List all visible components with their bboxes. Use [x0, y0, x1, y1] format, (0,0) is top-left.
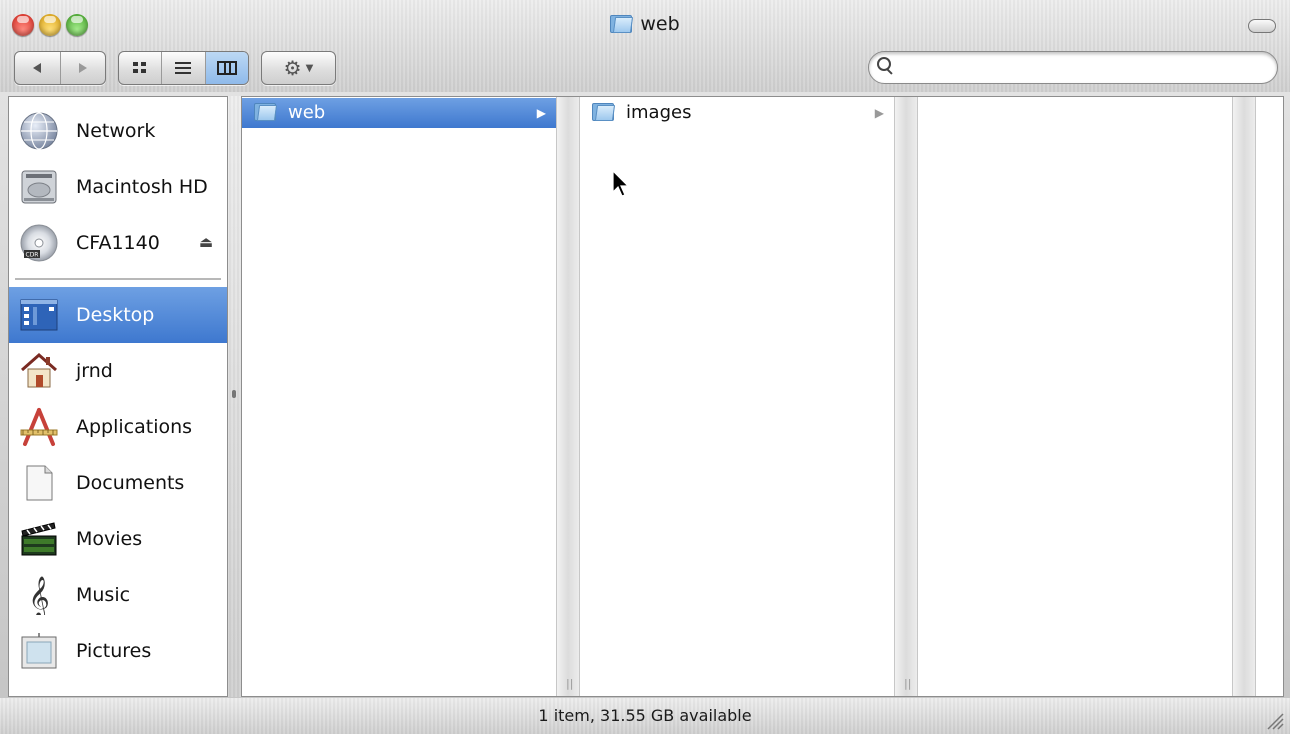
- sidebar-item-label: Network: [76, 120, 156, 142]
- gear-icon: ⚙: [283, 56, 302, 80]
- column-resize-bar-3[interactable]: [1232, 97, 1256, 696]
- eject-icon[interactable]: ⏏: [199, 233, 213, 251]
- view-mode-control: [118, 51, 249, 85]
- network-globe-icon: [20, 112, 58, 150]
- title-toolbar-area: web ⚙ ▼: [0, 0, 1290, 92]
- sidebar-item-movies[interactable]: Movies: [9, 511, 227, 567]
- home-icon: [21, 352, 57, 388]
- browser-column-1: web ▶: [242, 97, 556, 696]
- toolbar-toggle-button[interactable]: [1248, 19, 1276, 33]
- search-field[interactable]: [868, 51, 1278, 84]
- grip-icon[interactable]: ||: [566, 677, 573, 690]
- back-arrow-icon: [33, 63, 42, 73]
- desktop-icon: [20, 299, 58, 331]
- action-cell: ⚙ ▼: [262, 52, 335, 84]
- music-clef-icon: 𝄞: [28, 576, 49, 615]
- browser-column-3: [918, 97, 1232, 696]
- search-icon: [877, 57, 893, 75]
- folder-icon: [610, 15, 634, 33]
- icon-view-icon: [133, 62, 147, 73]
- chevron-down-icon: ▼: [305, 62, 314, 74]
- applications-icon: [20, 408, 58, 446]
- sidebar-item-label: Movies: [76, 528, 143, 550]
- sidebar-item-applications[interactable]: Applications: [9, 399, 227, 455]
- svg-text:𝄞: 𝄞: [28, 576, 49, 615]
- sidebar-item-music[interactable]: 𝄞 Music: [9, 567, 227, 623]
- hard-drive-icon: [21, 170, 57, 204]
- pictures-frame-icon: [21, 633, 57, 669]
- sidebar-item-macintosh-hd[interactable]: Macintosh HD: [9, 159, 227, 215]
- forward-button[interactable]: [61, 52, 106, 84]
- window-title-text: web: [640, 13, 680, 35]
- folder-icon: [592, 103, 616, 121]
- sidebar-item-label: Pictures: [76, 640, 152, 662]
- grip-icon[interactable]: ||: [904, 677, 911, 690]
- sidebar-item-label: Desktop: [76, 304, 155, 326]
- sidebar-item-label: Music: [76, 584, 131, 606]
- sidebar-item-label: Documents: [76, 472, 185, 494]
- movies-clapper-icon: [21, 522, 57, 556]
- column-resize-bar-2[interactable]: ||: [894, 97, 918, 696]
- sidebar-item-network[interactable]: Network: [9, 103, 227, 159]
- icon-view-button[interactable]: [119, 52, 163, 84]
- sidebar-item-documents[interactable]: Documents: [9, 455, 227, 511]
- back-button[interactable]: [15, 52, 61, 84]
- item-label: web: [288, 102, 326, 123]
- column-browser: web ▶ || images ▶ ||: [241, 96, 1284, 697]
- cdr-disc-icon: CDR: [20, 224, 58, 262]
- sidebar-item-pictures[interactable]: Pictures: [9, 623, 227, 679]
- finder-window: web ⚙ ▼ Network Macintosh HD CDR CFA1140…: [0, 0, 1290, 734]
- column-view-button[interactable]: [205, 52, 248, 84]
- sidebar-item-label: jrnd: [76, 360, 113, 382]
- sidebar-item-label: Macintosh HD: [76, 176, 208, 198]
- status-bar: 1 item, 31.55 GB available: [0, 698, 1290, 734]
- list-view-button[interactable]: [162, 52, 206, 84]
- mouse-cursor-icon: [612, 170, 630, 197]
- splitter-handle[interactable]: [232, 390, 236, 398]
- window-title-wrap: web: [0, 13, 1290, 37]
- column-view-icon: [216, 61, 237, 75]
- sidebar-separator: [15, 278, 221, 280]
- svg-text:CDR: CDR: [26, 252, 39, 259]
- resize-grip-icon[interactable]: [1262, 708, 1284, 730]
- disclosure-arrow-icon: ▶: [874, 106, 884, 120]
- back-forward-control: [14, 51, 106, 85]
- documents-icon: [26, 465, 53, 501]
- status-text: 1 item, 31.55 GB available: [538, 706, 752, 725]
- list-item-web-folder[interactable]: web ▶: [242, 98, 556, 128]
- folder-icon: [254, 103, 278, 121]
- window-title: web: [610, 13, 680, 35]
- sidebar: Network Macintosh HD CDR CFA1140 ⏏ Deskt…: [8, 96, 228, 697]
- sidebar-splitter[interactable]: [228, 96, 241, 697]
- list-item-images-folder[interactable]: images ▶: [580, 98, 894, 128]
- sidebar-item-jrnd[interactable]: jrnd: [9, 343, 227, 399]
- sidebar-item-desktop[interactable]: Desktop: [9, 287, 227, 343]
- search-input[interactable]: [897, 56, 1271, 80]
- sidebar-item-label: CFA1140: [76, 232, 160, 254]
- disclosure-arrow-icon: ▶: [536, 106, 546, 120]
- sidebar-item-cfa1140[interactable]: CDR CFA1140 ⏏: [9, 215, 227, 271]
- column-resize-bar-1[interactable]: ||: [556, 97, 580, 696]
- sidebar-item-label: Applications: [76, 416, 193, 438]
- action-menu-button[interactable]: ⚙ ▼: [261, 51, 336, 85]
- forward-arrow-icon: [78, 63, 87, 73]
- list-view-icon: [175, 62, 192, 74]
- item-label: images: [626, 102, 692, 123]
